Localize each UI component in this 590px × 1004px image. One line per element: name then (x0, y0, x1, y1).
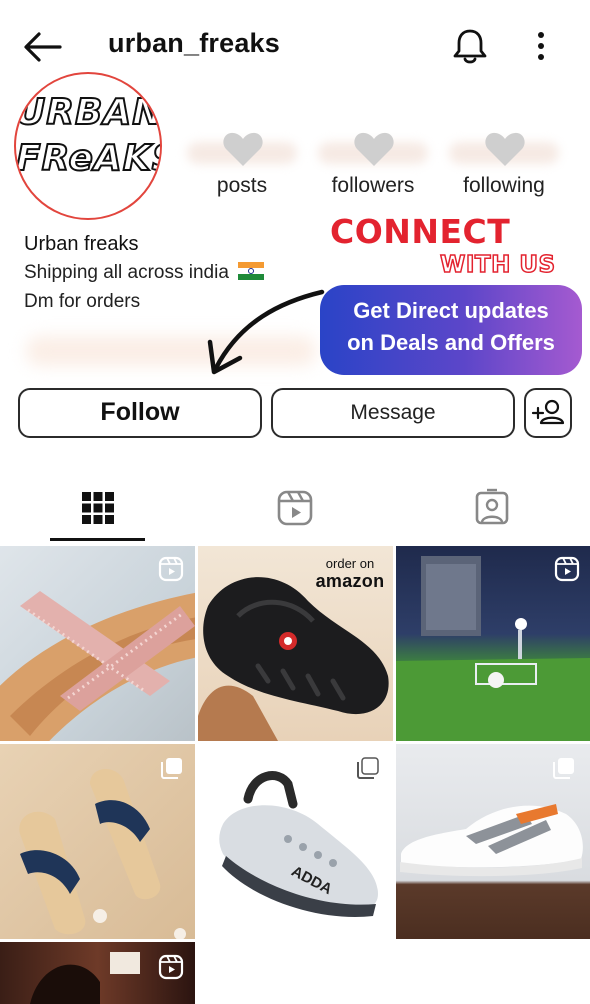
avatar-logo: URBAN FReAKS (16, 91, 162, 180)
bio-line-shipping: Shipping all across india (24, 262, 265, 284)
curved-arrow-icon (207, 289, 325, 375)
bio-line-dm: Dm for orders (24, 291, 141, 312)
stat-label: posts (216, 174, 268, 197)
india-flag-icon (238, 262, 265, 280)
promo-pill: Get Direct updates on Deals and Offers (320, 285, 582, 375)
post-tile-3[interactable] (396, 546, 590, 741)
stat-following[interactable]: following (444, 130, 564, 198)
follow-button[interactable]: Follow (18, 388, 262, 438)
promo-subheadline: WITH US (439, 251, 556, 279)
post-tile-4[interactable] (0, 744, 195, 939)
profile-avatar[interactable]: URBAN FReAKS (14, 72, 162, 220)
post-tile-1[interactable] (0, 546, 195, 741)
stat-label: followers (331, 174, 415, 197)
grid-icon[interactable] (78, 488, 118, 528)
promo-headline: CONNECT (330, 212, 511, 251)
heart-icon (354, 132, 394, 166)
profile-username: urban_freaks (108, 28, 280, 58)
more-vertical-icon[interactable] (526, 26, 556, 66)
carousel-indicator-icon (357, 757, 379, 779)
post-tile-6[interactable] (396, 744, 590, 939)
profile-tabs (0, 468, 590, 544)
stat-posts[interactable]: posts (182, 130, 302, 198)
reel-indicator-icon (158, 954, 184, 980)
carousel-indicator-icon (553, 758, 574, 779)
active-tab-indicator (50, 538, 145, 541)
heart-icon (485, 132, 525, 166)
reels-icon[interactable] (275, 488, 315, 528)
add-person-icon (531, 399, 565, 425)
bell-icon[interactable] (450, 26, 490, 66)
reel-indicator-icon (158, 556, 184, 582)
carousel-indicator-icon (161, 758, 182, 779)
amazon-overlay: order on amazon (315, 556, 385, 591)
message-button[interactable]: Message (271, 388, 515, 438)
post-tile-7[interactable] (0, 942, 195, 1004)
tagged-person-icon[interactable] (472, 488, 512, 528)
add-user-button[interactable] (524, 388, 572, 438)
stat-label: following (463, 174, 545, 197)
arrow-left-icon[interactable] (22, 30, 62, 64)
stat-followers[interactable]: followers (313, 130, 433, 198)
heart-icon (223, 132, 263, 166)
post-tile-5[interactable]: ADDA (198, 744, 393, 1004)
bio-name: Urban freaks (24, 233, 139, 255)
reel-indicator-icon (554, 556, 580, 582)
